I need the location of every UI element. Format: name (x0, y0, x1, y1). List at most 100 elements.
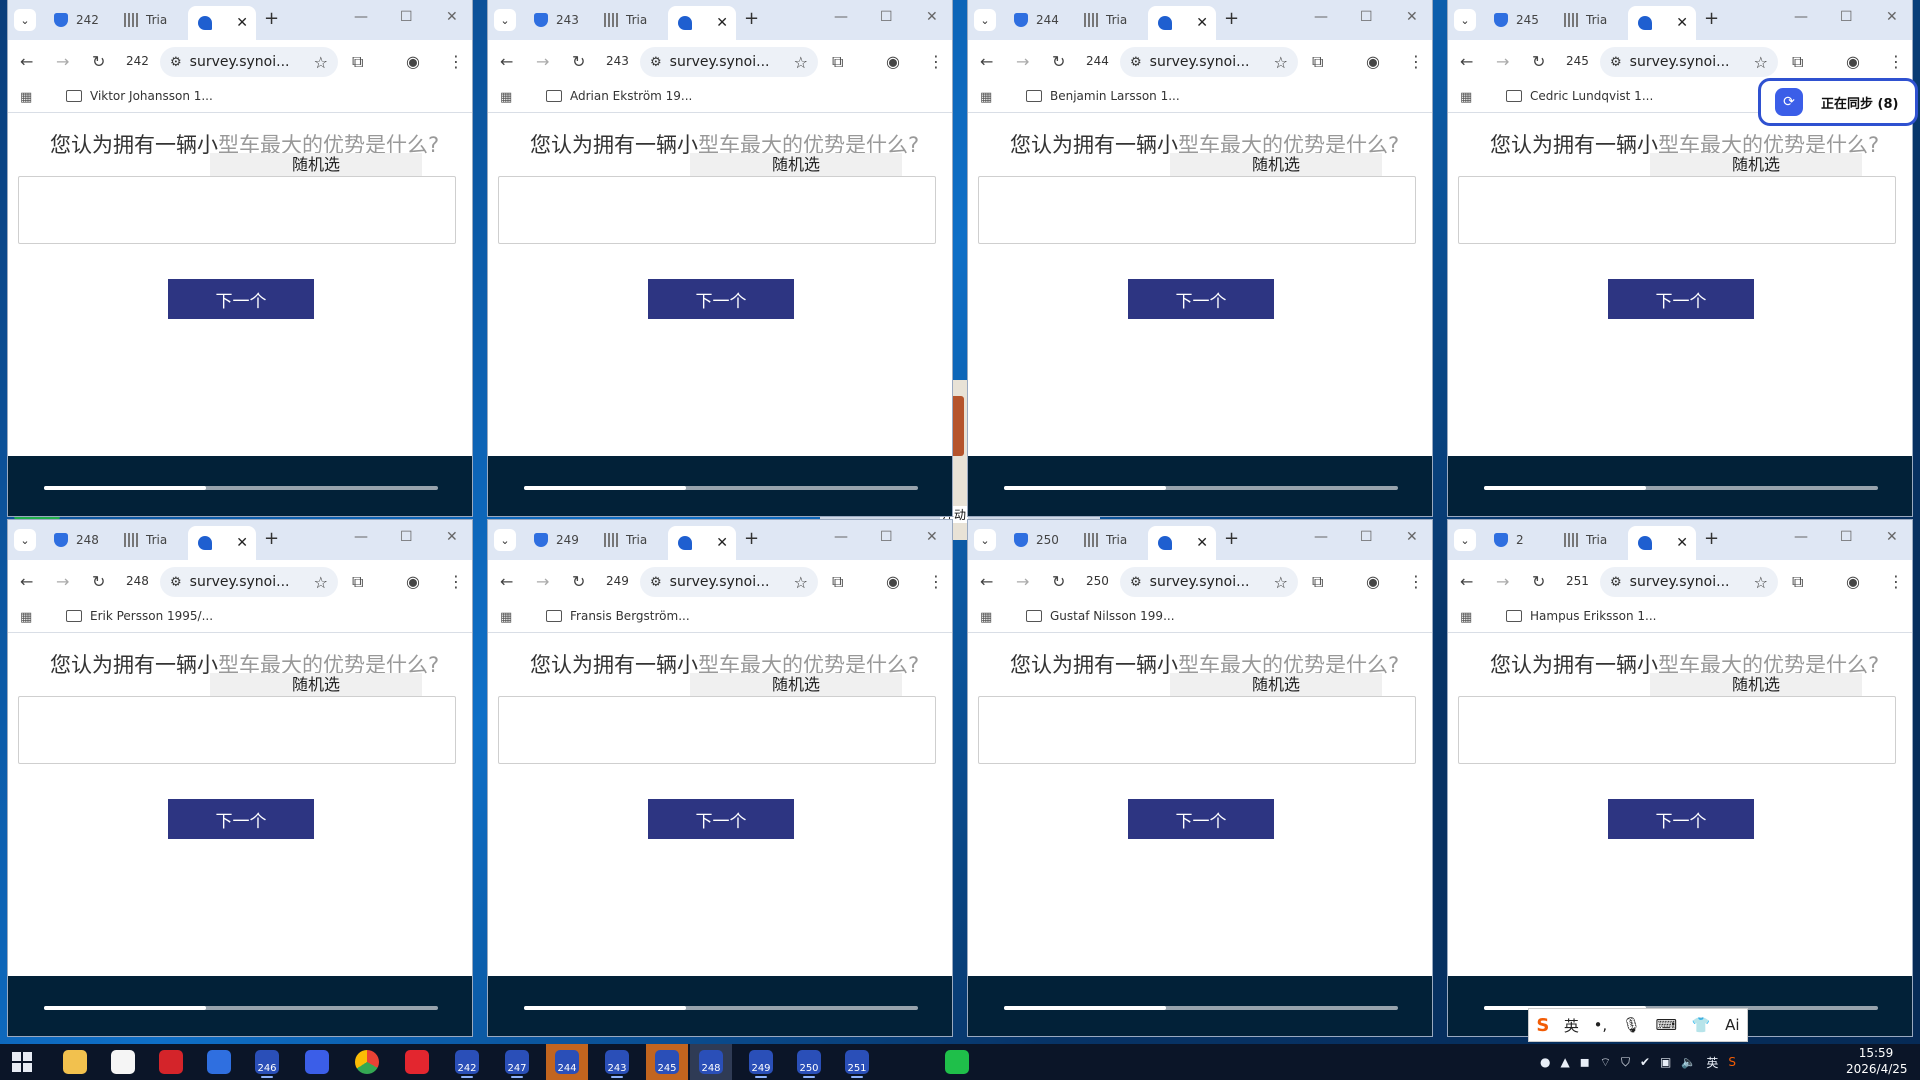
close-window-button[interactable]: ✕ (446, 9, 458, 25)
forward-button[interactable]: → (1016, 52, 1029, 71)
maximize-button[interactable]: ☐ (1840, 529, 1853, 545)
tab-trial[interactable]: Tria (604, 7, 662, 33)
tab-trial[interactable]: Tria (1084, 527, 1142, 553)
tab-survey-active[interactable]: ✕ (1148, 6, 1216, 40)
tab-close-icon[interactable]: ✕ (1196, 15, 1208, 31)
menu-kebab-icon[interactable]: ⋮ (1408, 52, 1424, 71)
reload-button[interactable]: ↻ (1532, 572, 1545, 591)
wifi-icon[interactable]: ⌔ (1600, 1055, 1611, 1070)
address-bar[interactable]: ⚙ survey.synoi... ☆ (1600, 47, 1778, 77)
minimize-button[interactable]: — (834, 9, 848, 25)
close-window-button[interactable]: ✕ (1886, 529, 1898, 545)
tab-search-button[interactable]: ⌄ (1454, 9, 1476, 31)
random-select-chip[interactable]: 随机选 (1170, 153, 1382, 177)
random-select-chip[interactable]: 随机选 (210, 153, 422, 177)
shield-browser-icon[interactable] (198, 1044, 240, 1080)
tab-profile[interactable]: 242 (54, 7, 114, 33)
file-explorer-icon[interactable] (54, 1044, 96, 1080)
maximize-button[interactable]: ☐ (400, 9, 413, 25)
tab-close-icon[interactable]: ✕ (1196, 535, 1208, 551)
keyboard-icon[interactable]: ⌨ (1656, 1016, 1678, 1034)
back-button[interactable]: ← (980, 52, 993, 71)
tab-close-icon[interactable]: ✕ (1676, 15, 1688, 31)
shield-tray-icon[interactable]: ⛉ (1621, 1055, 1630, 1070)
next-button[interactable]: 下一个 (168, 279, 314, 319)
site-info-icon[interactable]: ⚙ (1610, 55, 1622, 70)
maximize-button[interactable]: ☐ (880, 9, 893, 25)
menu-kebab-icon[interactable]: ⋮ (448, 52, 464, 71)
browser-instance-icon[interactable]: 244 (546, 1044, 588, 1080)
apps-grid-icon[interactable]: ▦ (980, 610, 992, 625)
tab-survey-active[interactable]: ✕ (188, 6, 256, 40)
close-window-button[interactable]: ✕ (926, 9, 938, 25)
new-tab-button[interactable]: + (1704, 528, 1719, 549)
extensions-icon[interactable]: ⧉ (1312, 572, 1323, 592)
tab-close-icon[interactable]: ✕ (1676, 535, 1688, 551)
answer-textarea[interactable] (498, 696, 936, 764)
bookmark-star-icon[interactable]: ☆ (314, 573, 328, 592)
tab-trial[interactable]: Tria (1564, 527, 1622, 553)
random-select-chip[interactable]: 随机选 (1650, 673, 1862, 697)
maximize-button[interactable]: ☐ (1840, 9, 1853, 25)
skin-icon[interactable]: 👕 (1692, 1016, 1711, 1034)
random-select-chip[interactable]: 随机选 (690, 153, 902, 177)
forward-button[interactable]: → (1496, 52, 1509, 71)
back-button[interactable]: ← (500, 52, 513, 71)
profile-icon[interactable]: ◉ (886, 52, 900, 71)
answer-textarea[interactable] (498, 176, 936, 244)
bookmark-star-icon[interactable]: ☆ (1754, 573, 1768, 592)
new-tab-button[interactable]: + (744, 528, 759, 549)
ime-punctuation-icon[interactable]: •, (1594, 1016, 1608, 1034)
profile-icon[interactable]: ◉ (886, 572, 900, 591)
tab-trial[interactable]: Tria (1084, 7, 1142, 33)
apps-grid-icon[interactable]: ▦ (1460, 610, 1472, 625)
forward-button[interactable]: → (56, 572, 69, 591)
apps-grid-icon[interactable]: ▦ (500, 90, 512, 105)
browser-instance-icon[interactable]: 248 (690, 1044, 732, 1080)
wps-icon[interactable] (150, 1044, 192, 1080)
answer-textarea[interactable] (1458, 696, 1896, 764)
forward-button[interactable]: → (56, 52, 69, 71)
menu-kebab-icon[interactable]: ⋮ (1888, 572, 1904, 591)
bookmark-folder[interactable]: Cedric Lundqvist 1... (1506, 89, 1653, 103)
reload-button[interactable]: ↻ (92, 572, 105, 591)
maximize-button[interactable]: ☐ (1360, 9, 1373, 25)
tab-search-button[interactable]: ⌄ (974, 9, 996, 31)
back-button[interactable]: ← (20, 572, 33, 591)
minimize-button[interactable]: — (1794, 529, 1808, 545)
tab-close-icon[interactable]: ✕ (236, 15, 248, 31)
bookmark-folder[interactable]: Fransis Bergström... (546, 609, 690, 623)
address-bar[interactable]: ⚙ survey.synoi... ☆ (1120, 567, 1298, 597)
next-button[interactable]: 下一个 (648, 279, 794, 319)
notes-app-icon[interactable] (496, 1044, 538, 1080)
profile-icon[interactable]: ◉ (1366, 572, 1380, 591)
close-window-button[interactable]: ✕ (1406, 529, 1418, 545)
random-select-chip[interactable]: 随机选 (210, 673, 422, 697)
forward-button[interactable]: → (536, 572, 549, 591)
profile-icon[interactable]: ◉ (406, 52, 420, 71)
address-bar[interactable]: ⚙ survey.synoi... ☆ (160, 47, 338, 77)
close-window-button[interactable]: ✕ (926, 529, 938, 545)
sync-app-taskbar-icon[interactable] (296, 1044, 338, 1080)
tab-profile[interactable]: 248 (54, 527, 114, 553)
tab-close-icon[interactable]: ✕ (236, 535, 248, 551)
bookmark-folder[interactable]: Viktor Johansson 1... (66, 89, 213, 103)
new-tab-button[interactable]: + (264, 528, 279, 549)
bookmark-star-icon[interactable]: ☆ (314, 53, 328, 72)
bookmark-star-icon[interactable]: ☆ (1274, 573, 1288, 592)
close-window-button[interactable]: ✕ (446, 529, 458, 545)
forward-button[interactable]: → (1016, 572, 1029, 591)
bookmark-folder[interactable]: Erik Persson 1995/... (66, 609, 213, 623)
maximize-button[interactable]: ☐ (1360, 529, 1373, 545)
browser-instance-icon[interactable]: 250 (788, 1044, 830, 1080)
bookmark-folder[interactable]: Hampus Eriksson 1... (1506, 609, 1657, 623)
address-bar[interactable]: ⚙ survey.synoi... ☆ (640, 567, 818, 597)
tab-search-button[interactable]: ⌄ (1454, 529, 1476, 551)
site-info-icon[interactable]: ⚙ (170, 55, 182, 70)
tab-search-button[interactable]: ⌄ (494, 529, 516, 551)
random-select-chip[interactable]: 随机选 (1650, 153, 1862, 177)
next-button[interactable]: 下一个 (648, 799, 794, 839)
browser-instance-icon[interactable]: 251 (836, 1044, 878, 1080)
extensions-icon[interactable]: ⧉ (1312, 52, 1323, 72)
back-button[interactable]: ← (20, 52, 33, 71)
